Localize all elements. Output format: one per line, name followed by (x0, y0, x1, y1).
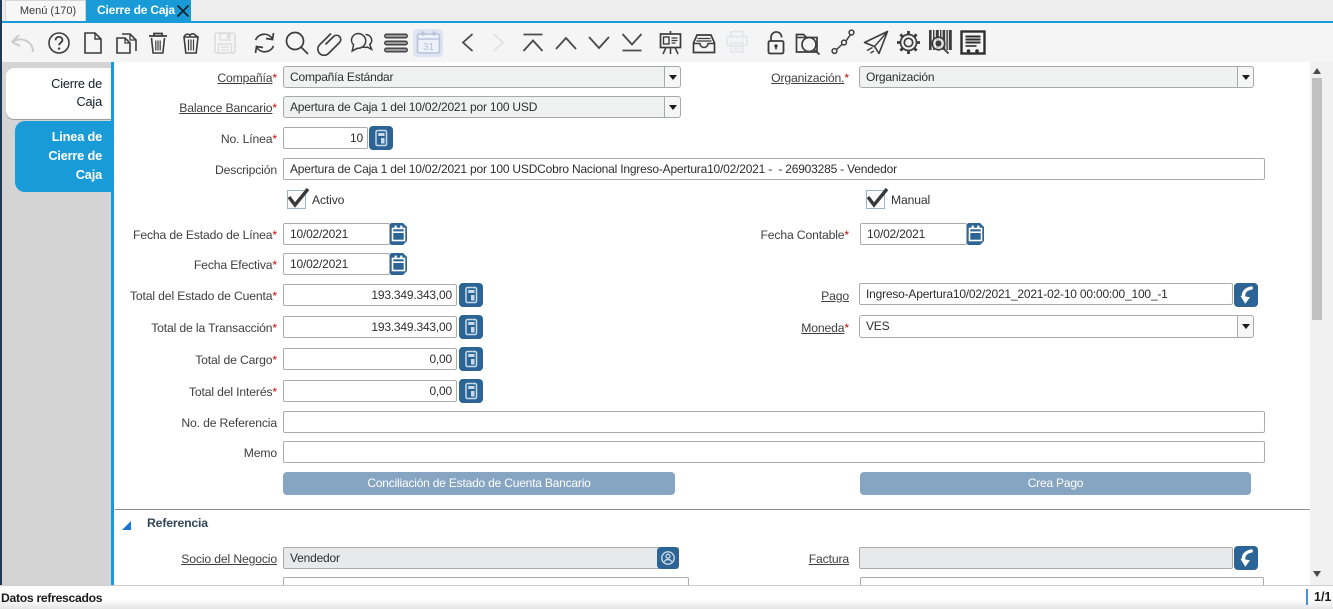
svg-text:31: 31 (423, 42, 435, 53)
